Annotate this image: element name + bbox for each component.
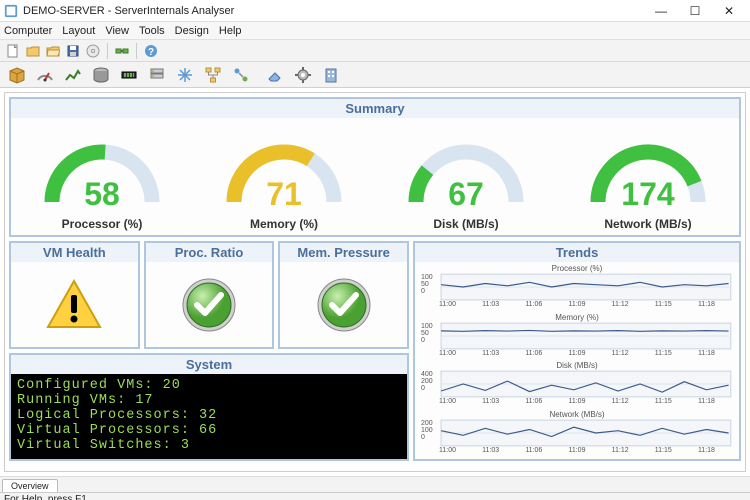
system-title: System xyxy=(11,355,407,374)
status-title: Proc. Ratio xyxy=(146,243,273,262)
menu-computer[interactable]: Computer xyxy=(4,25,52,37)
status-title: Mem. Pressure xyxy=(280,243,407,262)
connect-icon[interactable] xyxy=(113,42,131,60)
gauge-label: Memory (%) xyxy=(250,217,318,231)
status-body xyxy=(11,262,138,347)
minimize-button[interactable]: — xyxy=(644,1,678,21)
gauge-label: Processor (%) xyxy=(62,217,143,231)
svg-text:?: ? xyxy=(148,47,154,58)
menu-layout[interactable]: Layout xyxy=(62,25,95,37)
menu-bar: Computer Layout View Tools Design Help xyxy=(0,22,750,40)
toolbar-standard: ? xyxy=(0,40,750,62)
gauge-0: 58 Processor (%) xyxy=(11,118,193,235)
trend-0: Processor (%) 100500 11:0011:0311:0611:0… xyxy=(421,264,733,312)
eraser-icon[interactable] xyxy=(264,64,286,86)
new-icon[interactable] xyxy=(4,42,22,60)
window-title: DEMO-SERVER - ServerInternals Analyser xyxy=(23,5,644,17)
gauge-3: 174 Network (MB/s) xyxy=(557,118,739,235)
mid-row: VM Health Proc. Ratio Mem. Pressure Syst… xyxy=(9,241,741,461)
trend-title: Memory (%) xyxy=(421,313,733,322)
trend-xticks: 11:0011:0311:0611:0911:1211:1511:18 xyxy=(421,301,733,308)
ok-icon xyxy=(179,275,239,335)
memory-icon[interactable] xyxy=(118,64,140,86)
status-bar: For Help, press F1. xyxy=(0,492,750,500)
system-panel: System Configured VMs: 20 Running VMs: 1… xyxy=(9,353,409,461)
dashboard: Summary 58 Processor (%) 71 Memory (%) xyxy=(4,92,746,472)
help-icon[interactable]: ? xyxy=(142,42,160,60)
server-icon[interactable] xyxy=(146,64,168,86)
gauge-label: Network (MB/s) xyxy=(604,217,691,231)
status-body xyxy=(146,262,273,347)
trend-title: Network (MB/s) xyxy=(421,410,733,419)
trend-xticks: 11:0011:0311:0611:0911:1211:1511:18 xyxy=(421,447,733,454)
separator xyxy=(136,43,137,59)
trend-xticks: 11:0011:0311:0611:0911:1211:1511:18 xyxy=(421,350,733,357)
save-icon[interactable] xyxy=(64,42,82,60)
network-icon[interactable] xyxy=(202,64,224,86)
menu-design[interactable]: Design xyxy=(175,25,209,37)
menu-help[interactable]: Help xyxy=(219,25,242,37)
gear-icon[interactable] xyxy=(292,64,314,86)
separator xyxy=(107,43,108,59)
menu-view[interactable]: View xyxy=(105,25,129,37)
title-bar: DEMO-SERVER - ServerInternals Analyser —… xyxy=(0,0,750,22)
status-panel-1: Proc. Ratio xyxy=(144,241,275,349)
chart-icon[interactable] xyxy=(62,64,84,86)
trend-xticks: 11:0011:0311:0611:0911:1211:1511:18 xyxy=(421,398,733,405)
gauge-label: Disk (MB/s) xyxy=(433,217,498,231)
trend-2: Disk (MB/s) 4002000 11:0011:0311:0611:09… xyxy=(421,361,733,409)
gauge-value: 174 xyxy=(583,176,713,213)
app-icon xyxy=(4,4,18,18)
status-row: VM Health Proc. Ratio Mem. Pressure xyxy=(9,241,409,349)
workspace: Summary 58 Processor (%) 71 Memory (%) xyxy=(0,88,750,476)
gauge-icon[interactable] xyxy=(34,64,56,86)
tab-strip: Overview xyxy=(0,476,750,492)
trend-yticks: 100500 xyxy=(421,323,433,344)
folder-icon[interactable] xyxy=(44,42,62,60)
gauge-2: 67 Disk (MB/s) xyxy=(375,118,557,235)
tab-overview[interactable]: Overview xyxy=(2,479,58,492)
trend-yticks: 2001000 xyxy=(421,420,433,441)
trend-yticks: 100500 xyxy=(421,274,433,295)
maximize-button[interactable]: ☐ xyxy=(678,1,712,21)
flow-icon[interactable] xyxy=(230,64,252,86)
snowflake-icon[interactable] xyxy=(174,64,196,86)
menu-tools[interactable]: Tools xyxy=(139,25,165,37)
gauge-1: 71 Memory (%) xyxy=(193,118,375,235)
open-icon[interactable] xyxy=(24,42,42,60)
disk-icon[interactable] xyxy=(90,64,112,86)
left-column: VM Health Proc. Ratio Mem. Pressure Syst… xyxy=(9,241,409,461)
status-title: VM Health xyxy=(11,243,138,262)
summary-title: Summary xyxy=(11,99,739,118)
trend-title: Processor (%) xyxy=(421,264,733,273)
status-panel-0: VM Health xyxy=(9,241,140,349)
package-icon[interactable] xyxy=(6,64,28,86)
summary-panel: Summary 58 Processor (%) 71 Memory (%) xyxy=(9,97,741,237)
status-panel-2: Mem. Pressure xyxy=(278,241,409,349)
cd-icon[interactable] xyxy=(84,42,102,60)
building-icon[interactable] xyxy=(320,64,342,86)
system-led-display: Configured VMs: 20 Running VMs: 17 Logic… xyxy=(11,374,407,459)
toolbar-app xyxy=(0,62,750,88)
trend-title: Disk (MB/s) xyxy=(421,361,733,370)
gauge-value: 71 xyxy=(219,176,349,213)
close-button[interactable]: ✕ xyxy=(712,1,746,21)
summary-body: 58 Processor (%) 71 Memory (%) 67 Disk (… xyxy=(11,118,739,235)
warning-icon xyxy=(44,275,104,335)
gauge-value: 67 xyxy=(401,176,531,213)
trends-title: Trends xyxy=(415,243,739,262)
trends-panel: Trends Processor (%) 100500 11:0011:0311… xyxy=(413,241,741,461)
trend-3: Network (MB/s) 2001000 11:0011:0311:0611… xyxy=(421,410,733,458)
gauge-value: 58 xyxy=(37,176,167,213)
trends-body: Processor (%) 100500 11:0011:0311:0611:0… xyxy=(415,262,739,459)
trend-yticks: 4002000 xyxy=(421,371,433,392)
ok-icon xyxy=(314,275,374,335)
status-body xyxy=(280,262,407,347)
trend-1: Memory (%) 100500 11:0011:0311:0611:0911… xyxy=(421,313,733,361)
